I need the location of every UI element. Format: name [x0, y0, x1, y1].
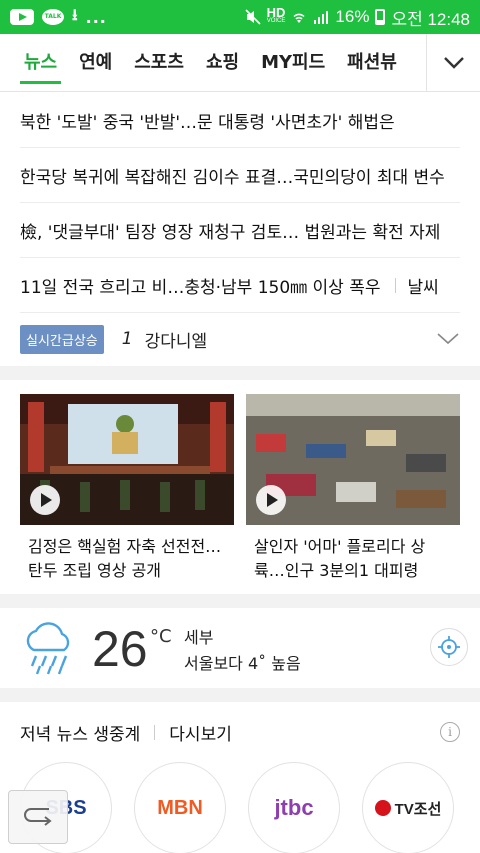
weather-comparison: 서울보다 4˚ 높음 [184, 654, 301, 673]
section-divider [0, 594, 480, 608]
headline-item[interactable]: 북한 '도발' 중국 '반발'…문 대통령 '사면초가' 해법은 [20, 93, 460, 148]
channel-mbn[interactable]: MBN [134, 762, 226, 853]
battery-icon [375, 9, 386, 25]
divider [154, 725, 156, 740]
section-divider [0, 688, 480, 702]
battery-percent: 16% [335, 7, 370, 26]
expand-chevron-icon[interactable] [436, 332, 460, 346]
channel-jtbc[interactable]: jtbc [248, 762, 340, 853]
category-tabs: 뉴스 연예 스포츠 쇼핑 MY피드 패션뷰 [0, 34, 480, 92]
location-button[interactable] [430, 628, 468, 666]
play-icon[interactable] [256, 485, 286, 515]
mute-icon [245, 9, 261, 25]
hd-voice-icon: HD [266, 5, 286, 20]
section-divider [0, 366, 480, 380]
channel-tv-chosun[interactable]: TV조선 [362, 762, 454, 853]
video-thumbnail[interactable] [246, 394, 460, 525]
live-news-label[interactable]: 저녁 뉴스 생중계 [20, 720, 140, 745]
tab-fashion-beauty[interactable]: 패션뷰 [347, 34, 397, 92]
headline-item[interactable]: 檢, '댓글부대' 팀장 영장 재청구 검토… 법원과는 확전 자제 [20, 203, 460, 258]
chevron-down-icon [443, 57, 464, 69]
back-button[interactable] [8, 790, 68, 844]
weather-link[interactable]: 날씨 [408, 273, 439, 298]
tab-entertainment[interactable]: 연예 [79, 34, 112, 92]
headline-item[interactable]: 11일 전국 흐리고 비…충청·남부 150㎜ 이상 폭우 날씨 [20, 258, 460, 313]
signal-icon [314, 11, 329, 24]
crosshair-icon [438, 636, 460, 658]
wifi-icon [293, 13, 305, 23]
tv-chosun-logo-icon [374, 800, 391, 816]
status-bar: TALK ⭳ ... HD VOICE 16% 오전 12:48 [0, 0, 480, 34]
play-icon[interactable] [30, 485, 60, 515]
tab-my-feed[interactable]: MY피드 [261, 34, 325, 92]
clock: 오전 12:48 [391, 9, 470, 29]
tab-sports[interactable]: 스포츠 [134, 34, 184, 92]
divider [394, 277, 396, 293]
kakaotalk-icon: TALK [42, 9, 64, 25]
rain-cloud-icon [26, 622, 70, 675]
info-icon[interactable]: i [440, 722, 460, 742]
weather-location: 세부 [184, 628, 214, 647]
headline-list: 북한 '도발' 중국 '반발'…문 대통령 '사면초가' 해법은 한국당 복귀에… [20, 93, 460, 365]
temperature-unit: °C [150, 626, 172, 647]
replay-link[interactable]: 다시보기 [169, 720, 232, 745]
trending-keyword: 강다니엘 [144, 331, 208, 352]
tab-menu-button[interactable] [426, 34, 480, 92]
video-title[interactable]: 살인자 '어마' 플로리다 상 륙…인구 3분의1 대피령 [246, 535, 460, 583]
video-thumbnail[interactable] [20, 394, 234, 525]
trending-rank: 1 [121, 329, 133, 349]
download-icon: ⭳ [72, 4, 78, 24]
video-card[interactable]: 살인자 '어마' 플로리다 상 륙…인구 3분의1 대피령 [246, 394, 460, 583]
video-title[interactable]: 김정은 핵실험 자축 선전전… 탄두 조립 영상 공개 [20, 535, 234, 583]
headline-item[interactable]: 한국당 복귀에 복잡해진 김이수 표결…국민의당이 최대 변수 [20, 148, 460, 203]
return-arrow-icon [24, 808, 52, 826]
youtube-icon [10, 9, 34, 25]
realtime-badge: 실시간급상승 [20, 324, 104, 354]
temperature: 26 [92, 621, 148, 677]
more-notifications: ... [85, 7, 107, 27]
realtime-trending[interactable]: 실시간급상승 1 강다니엘 [20, 313, 460, 365]
video-card[interactable]: 김정은 핵실험 자축 선전전… 탄두 조립 영상 공개 [20, 394, 234, 583]
live-news-section: 저녁 뉴스 생중계 다시보기 i SBS MBN jtbc TV조선 [0, 702, 480, 853]
tab-news[interactable]: 뉴스 [19, 34, 62, 92]
tab-shopping[interactable]: 쇼핑 [206, 34, 239, 92]
weather-widget[interactable]: 26 °C 세부 서울보다 4˚ 높음 [0, 608, 480, 688]
video-news-section: 김정은 핵실험 자축 선전전… 탄두 조립 영상 공개 살인자 '어마' 플로리… [0, 380, 480, 594]
